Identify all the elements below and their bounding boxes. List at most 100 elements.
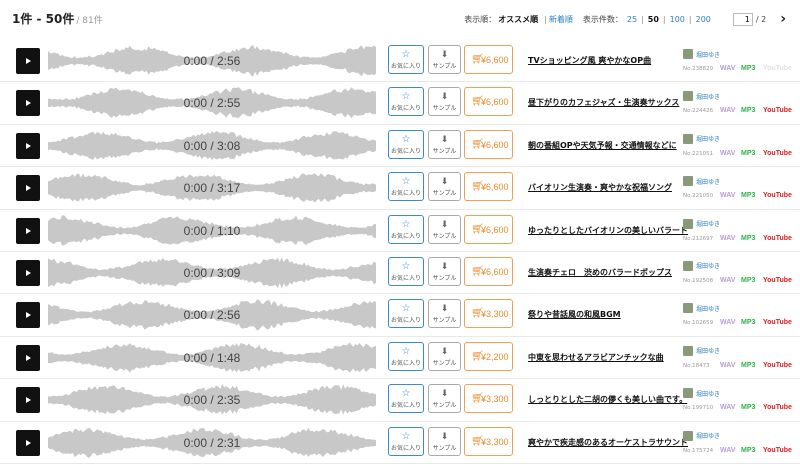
track-row: 0:00 / 2:56 ☆ お気に入り ⬇ サンプル 🛒︎ ¥6,600 TVシ…	[0, 40, 800, 83]
author-name[interactable]: 堀田ゆき	[696, 261, 720, 270]
sample-download-button[interactable]: ⬇ サンプル	[428, 341, 461, 371]
track-price: ¥3,300	[481, 309, 509, 320]
author-name[interactable]: 堀田ゆき	[696, 304, 720, 313]
track-title-link[interactable]: TVショッピング風 爽やかなOP曲	[528, 55, 651, 66]
play-icon	[26, 269, 31, 276]
format-mp3-badge: MP3	[741, 107, 756, 115]
track-author[interactable]: 堀田ゆき	[683, 49, 720, 59]
track-author[interactable]: 堀田ゆき	[683, 345, 720, 356]
author-name[interactable]: 堀田ゆき	[696, 346, 720, 355]
buy-button[interactable]: 🛒︎ ¥6,600	[464, 129, 513, 159]
sample-download-button[interactable]: ⬇ サンプル	[428, 299, 461, 329]
play-button[interactable]	[16, 344, 40, 371]
favorite-button[interactable]: ☆ お気に入り	[388, 426, 424, 456]
sample-download-button[interactable]: ⬇ サンプル	[428, 256, 461, 286]
buy-button[interactable]: 🛒︎ ¥6,600	[464, 45, 513, 74]
sample-download-button[interactable]: ⬇ サンプル	[428, 384, 461, 414]
track-row: 0:00 / 2:56 ☆ お気に入り ⬇ サンプル 🛒︎ ¥3,300 祭りや…	[0, 294, 800, 337]
download-icon: ⬇	[440, 431, 449, 442]
track-title-link[interactable]: 昼下がりのカフェジャズ・生演奏サックス	[528, 97, 679, 108]
perpage-option-100[interactable]: 100	[670, 15, 685, 24]
star-icon: ☆	[401, 218, 411, 230]
author-name[interactable]: 堀田ゆき	[696, 92, 720, 101]
sample-label: サンプル	[432, 63, 457, 70]
track-price: ¥6,600	[481, 266, 509, 277]
buy-button[interactable]: 🛒︎ ¥3,300	[464, 299, 513, 329]
format-mp3-badge: MP3	[741, 65, 756, 72]
perpage-option-25[interactable]: 25	[627, 15, 637, 24]
play-button[interactable]	[16, 175, 40, 202]
buy-button[interactable]: 🛒︎ ¥6,600	[464, 87, 513, 117]
track-author[interactable]: 堀田ゆき	[683, 218, 720, 229]
page-number-input[interactable]	[732, 12, 753, 26]
track-title-link[interactable]: 爽やかで疾走感のあるオーケストラサウンド	[528, 437, 688, 448]
track-title-link[interactable]: 祭りや昔話風の和風BGM	[528, 309, 621, 320]
favorite-button[interactable]: ☆ お気に入り	[388, 129, 424, 159]
format-mp3-badge: MP3	[741, 446, 756, 454]
buy-button[interactable]: 🛒︎ ¥3,300	[464, 426, 513, 456]
play-button[interactable]	[16, 90, 40, 117]
format-youtube-badge: YouTube	[763, 65, 792, 72]
perpage-option-50[interactable]: 50	[648, 15, 659, 24]
play-icon	[26, 100, 31, 107]
favorite-button[interactable]: ☆ お気に入り	[388, 299, 424, 329]
favorite-button[interactable]: ☆ お気に入り	[388, 384, 424, 414]
sample-download-button[interactable]: ⬇ サンプル	[428, 45, 461, 74]
buy-button[interactable]: 🛒︎ ¥3,300	[464, 384, 513, 414]
author-name[interactable]: 堀田ゆき	[696, 134, 720, 143]
track-price: ¥3,300	[481, 394, 509, 405]
track-author[interactable]: 堀田ゆき	[683, 303, 720, 314]
play-button[interactable]	[16, 48, 40, 74]
favorite-button[interactable]: ☆ お気に入り	[388, 87, 424, 117]
sample-download-button[interactable]: ⬇ サンプル	[428, 87, 461, 117]
track-number: No.175724	[683, 447, 714, 454]
author-name[interactable]: 堀田ゆき	[696, 177, 720, 186]
buy-button[interactable]: 🛒︎ ¥6,600	[464, 172, 513, 202]
track-author[interactable]: 堀田ゆき	[683, 133, 720, 144]
perpage-option-200[interactable]: 200	[696, 15, 711, 24]
buy-button[interactable]: 🛒︎ ¥2,200	[464, 341, 513, 371]
next-page-icon[interactable]: ›	[780, 11, 786, 27]
favorite-button[interactable]: ☆ お気に入り	[388, 341, 424, 371]
author-name[interactable]: 堀田ゆき	[696, 431, 720, 440]
track-time: 0:00 / 2:56	[183, 54, 241, 68]
track-title-link[interactable]: 朝の番組OPや天気予報・交通情報などに	[528, 140, 677, 151]
favorite-button[interactable]: ☆ お気に入り	[388, 172, 424, 202]
track-row: 0:00 / 3:08 ☆ お気に入り ⬇ サンプル 🛒︎ ¥6,600 朝の番…	[0, 125, 800, 168]
sort-newest-link[interactable]: 新着順	[549, 14, 573, 25]
author-name[interactable]: 堀田ゆき	[696, 219, 720, 228]
track-title-link[interactable]: ゆったりとしたバイオリンの美しいバラード	[528, 225, 688, 236]
play-button[interactable]	[16, 302, 40, 329]
favorite-button[interactable]: ☆ お気に入り	[388, 214, 424, 244]
author-name[interactable]: 堀田ゆき	[696, 389, 720, 398]
play-button[interactable]	[16, 217, 40, 244]
track-author[interactable]: 堀田ゆき	[683, 260, 720, 271]
sample-download-button[interactable]: ⬇ サンプル	[428, 426, 461, 456]
favorite-button[interactable]: ☆ お気に入り	[388, 256, 424, 286]
play-button[interactable]	[16, 132, 40, 159]
buy-button[interactable]: 🛒︎ ¥6,600	[464, 256, 513, 286]
track-title-link[interactable]: 生演奏チェロ 渋めのバラードポップス	[528, 267, 672, 278]
sample-download-button[interactable]: ⬇ サンプル	[428, 129, 461, 159]
sample-download-button[interactable]: ⬇ サンプル	[428, 214, 461, 244]
play-button[interactable]	[16, 387, 40, 414]
sort-recommended[interactable]: オススメ順	[498, 14, 538, 25]
favorite-button[interactable]: ☆ お気に入り	[388, 45, 424, 74]
buy-button[interactable]: 🛒︎ ¥6,600	[464, 214, 513, 244]
sample-download-button[interactable]: ⬇ サンプル	[428, 172, 461, 202]
play-button[interactable]	[16, 259, 40, 286]
track-title-link[interactable]: バイオリン生演奏・爽やかな祝福ソング	[528, 182, 672, 193]
track-number: No.199710	[683, 405, 714, 412]
track-title-link[interactable]: 中東を思わせるアラビアンチックな曲	[528, 352, 664, 363]
format-wav-badge: WAV	[720, 149, 736, 157]
track-author[interactable]: 堀田ゆき	[683, 176, 720, 187]
track-title-link[interactable]: しっとりとした二胡の儚くも美しい曲です。	[528, 394, 687, 405]
author-name[interactable]: 堀田ゆき	[696, 50, 720, 59]
play-button[interactable]	[16, 429, 40, 456]
format-youtube-badge: YouTube	[763, 149, 792, 157]
track-author[interactable]: 堀田ゆき	[683, 430, 720, 441]
favorite-label: お気に入り	[390, 63, 421, 70]
format-wav-badge: WAV	[720, 276, 736, 284]
track-author[interactable]: 堀田ゆき	[683, 388, 720, 399]
track-author[interactable]: 堀田ゆき	[683, 91, 720, 102]
